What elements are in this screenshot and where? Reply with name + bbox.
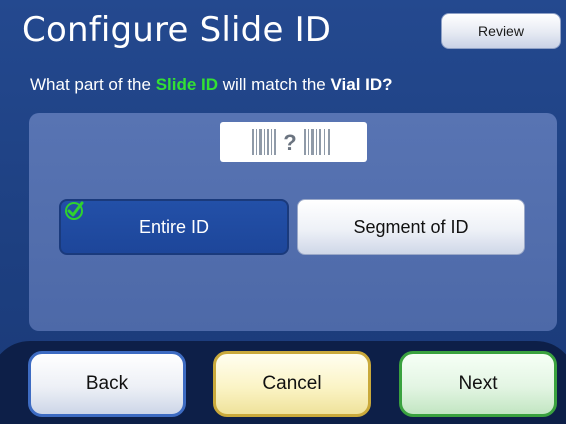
question-middle: will match the <box>218 75 331 94</box>
question-prefix: What part of the <box>30 75 156 94</box>
barcode-graphic: ? <box>251 129 330 155</box>
entire-id-option[interactable]: Entire ID <box>59 199 289 255</box>
screen: Configure Slide ID Review What part of t… <box>0 0 566 424</box>
next-button[interactable]: Next <box>399 351 557 417</box>
check-icon <box>65 201 84 220</box>
vial-id-highlight: Vial ID? <box>330 75 393 94</box>
segment-of-id-option[interactable]: Segment of ID <box>297 199 525 255</box>
entire-id-label: Entire ID <box>138 216 210 237</box>
barcode-question-mark: ? <box>283 130 296 155</box>
review-button[interactable]: Review <box>441 13 561 49</box>
slide-id-highlight: Slide ID <box>155 75 219 94</box>
question-text: What part of the Slide ID will match the… <box>30 75 393 95</box>
segment-of-id-label: Segment of ID <box>353 216 469 237</box>
back-button[interactable]: Back <box>28 351 186 417</box>
page-title: Configure Slide ID <box>22 10 332 50</box>
cancel-button[interactable]: Cancel <box>213 351 371 417</box>
barcode-question-icon: ? <box>220 122 367 162</box>
